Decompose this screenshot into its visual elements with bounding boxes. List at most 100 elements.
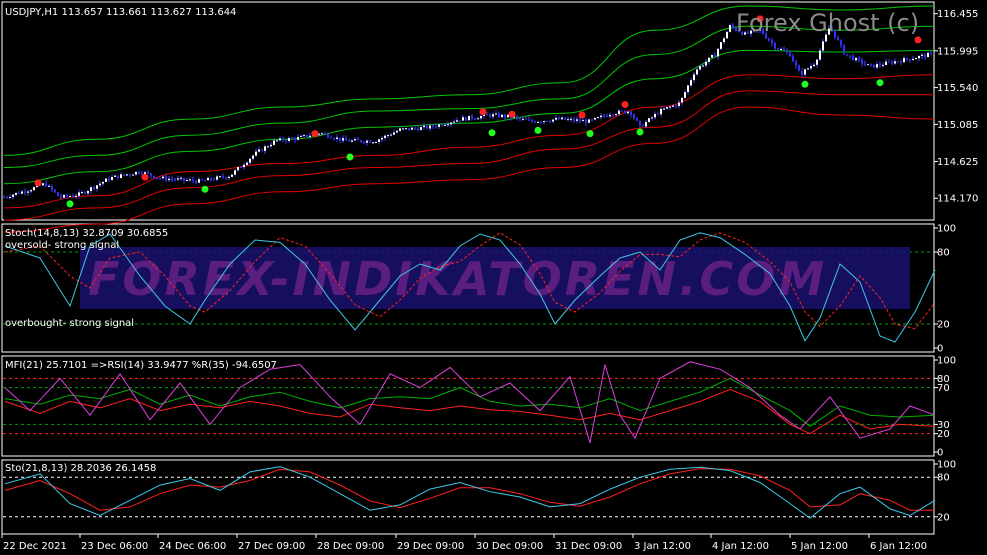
candle-body: [558, 118, 560, 120]
candle-body: [168, 178, 170, 181]
candle-body: [30, 190, 32, 192]
oversold-annotation: oversold- strong signal: [5, 240, 119, 251]
buy-signal-dot: [346, 153, 354, 161]
candle-body: [390, 134, 392, 136]
candle-body: [204, 180, 206, 182]
candle-body: [897, 61, 899, 63]
mfi-tick-label: 0: [937, 448, 943, 459]
candle-body: [600, 115, 602, 118]
price-panel-title: USDJPY,H1 113.657 113.661 113.627 113.64…: [5, 7, 236, 18]
candle-body: [873, 64, 875, 68]
candle-body: [807, 68, 809, 70]
x-tick-label: 6 Jan 12:00: [870, 541, 927, 552]
candle-body: [294, 138, 296, 140]
candle-body: [813, 64, 815, 67]
x-tick-label: 5 Jan 12:00: [791, 541, 848, 552]
candle-body: [171, 178, 173, 180]
candle-body: [60, 195, 62, 198]
candle-body: [861, 59, 863, 64]
candle-body: [672, 105, 674, 107]
candle-body: [603, 115, 605, 117]
candle-body: [927, 52, 929, 57]
candle-body: [162, 176, 164, 179]
candle-body: [837, 37, 839, 41]
candle-body: [54, 189, 56, 193]
candle-body: [714, 55, 716, 57]
candle-body: [588, 119, 590, 123]
candle-body: [768, 38, 770, 41]
candle-body: [639, 120, 641, 126]
candle-body: [246, 162, 248, 165]
stoch-tick-label: 0: [937, 344, 943, 355]
candle-body: [597, 117, 599, 119]
candle-body: [417, 128, 419, 131]
candle-body: [429, 125, 431, 129]
candle-body: [801, 71, 803, 75]
candle-body: [219, 176, 221, 178]
candle-body: [522, 118, 524, 120]
candle-body: [528, 119, 530, 121]
x-tick-label: 4 Jan 12:00: [712, 541, 769, 552]
candle-body: [348, 140, 350, 142]
candle-body: [249, 158, 251, 163]
candle-body: [630, 111, 632, 115]
candle-body: [729, 25, 731, 32]
candle-body: [705, 61, 707, 66]
candle-body: [189, 179, 191, 181]
site-watermark: FOREX-INDIKATOREN.COM: [88, 252, 827, 306]
candle-body: [216, 176, 218, 180]
candle-body: [504, 114, 506, 118]
candle-body: [615, 114, 617, 116]
band-lower-red: [3, 106, 935, 233]
candle-body: [459, 120, 461, 122]
candle-body: [198, 179, 200, 183]
candle-body: [69, 196, 71, 197]
candle-body: [591, 119, 593, 121]
candle-body: [243, 164, 245, 168]
candle-body: [225, 177, 227, 179]
candle-body: [9, 197, 11, 198]
candle-body: [297, 136, 299, 140]
candle-body: [159, 177, 161, 179]
candle-body: [690, 80, 692, 86]
buy-signal-dot: [801, 80, 809, 88]
candle-body: [330, 137, 332, 139]
candle-body: [570, 118, 572, 120]
candle-body: [237, 167, 239, 171]
sell-signal-dot: [311, 130, 319, 138]
y-axis-labels: 116.455 115.995 115.540 115.085 114.625 114.1…: [934, 9, 978, 523]
candle-body: [138, 171, 140, 174]
candle-body: [285, 140, 287, 142]
candle-body: [258, 149, 260, 152]
candle-body: [882, 64, 884, 66]
candle-body: [474, 118, 476, 120]
buy-signal-dot: [66, 200, 74, 208]
sto-tick-label: 80: [937, 473, 950, 484]
candle-body: [300, 135, 302, 137]
candle-body: [324, 133, 326, 135]
candle-body: [141, 173, 143, 175]
candle-body: [267, 146, 269, 148]
candle-body: [24, 191, 26, 193]
candle-body: [561, 117, 563, 120]
candle-body: [288, 138, 290, 141]
candle-body: [804, 69, 806, 75]
candle-body: [480, 116, 482, 119]
x-tick-label: 31 Dec 09:00: [555, 541, 622, 552]
sto-panel-title: Sto(21,8,13) 28.2036 26.1458: [5, 463, 156, 474]
candle-body: [531, 120, 533, 122]
candle-body: [663, 108, 665, 110]
candle-body: [642, 125, 644, 127]
candle-body: [99, 183, 101, 186]
candle-body: [606, 116, 608, 117]
candle-body: [465, 117, 467, 121]
candle-body: [723, 38, 725, 43]
candle-body: [432, 125, 434, 127]
mfi-tick-label: 20: [937, 429, 950, 440]
candle-body: [102, 181, 104, 184]
signal-layer: [34, 15, 922, 208]
stoch-tick-label: 100: [937, 224, 956, 235]
candle-body: [240, 167, 242, 168]
candle-body: [681, 97, 683, 103]
candle-body: [84, 192, 86, 194]
